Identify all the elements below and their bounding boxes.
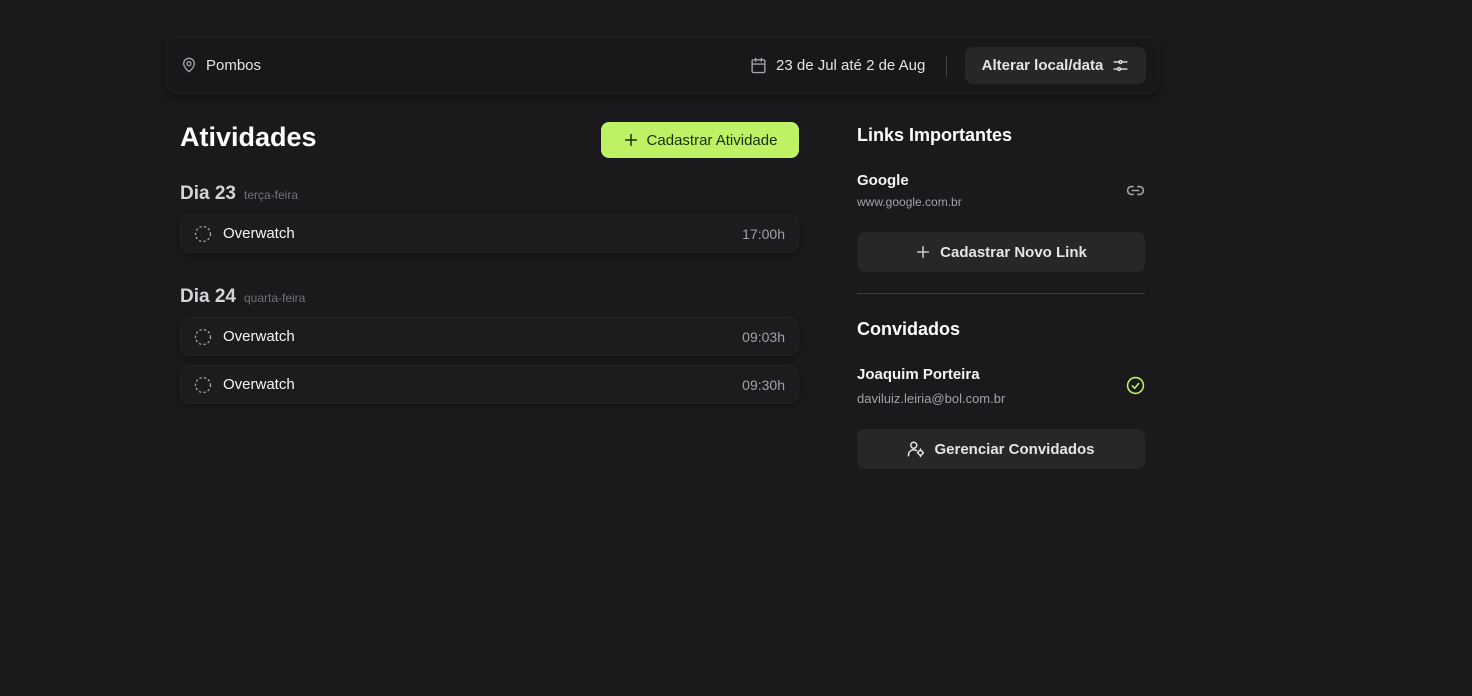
link-url[interactable]: www.google.com.br: [857, 195, 962, 209]
header-divider: [946, 55, 947, 77]
activities-title: Atividades: [180, 122, 317, 152]
trip-header-bar: Pombos 23 de Jul até 2 de Aug Alterar lo…: [166, 36, 1159, 94]
links-title: Links Importantes: [857, 125, 1013, 145]
add-activity-label: Cadastrar Atividade: [646, 131, 778, 149]
change-location-date-button[interactable]: Alterar local/data: [965, 47, 1146, 84]
activity-name: Overwatch: [223, 376, 295, 393]
calendar-icon: [750, 57, 767, 74]
map-pin-icon: [181, 56, 197, 74]
activity-time: 09:30h: [742, 376, 785, 393]
activity-row[interactable]: Overwatch 09:30h: [180, 365, 799, 404]
activity-row[interactable]: Overwatch 09:03h: [180, 317, 799, 356]
check-circle-icon: [1126, 376, 1145, 395]
link-icon[interactable]: [1126, 181, 1145, 200]
pending-circle-icon: [194, 225, 212, 243]
activity-name: Overwatch: [223, 328, 295, 345]
day-number: Dia 23: [180, 183, 236, 204]
add-link-button[interactable]: Cadastrar Novo Link: [857, 232, 1145, 272]
activity-time: 17:00h: [742, 225, 785, 242]
manage-guests-label: Gerenciar Convidados: [934, 440, 1095, 458]
activity-name: Overwatch: [223, 225, 295, 242]
date-range-text: 23 de Jul até 2 de Aug: [776, 56, 926, 74]
pending-circle-icon: [194, 376, 212, 394]
add-link-label: Cadastrar Novo Link: [940, 243, 1087, 261]
section-divider: [857, 293, 1145, 294]
activity-row[interactable]: Overwatch 17:00h: [180, 214, 799, 253]
manage-guests-button[interactable]: Gerenciar Convidados: [857, 429, 1145, 469]
change-location-date-label: Alterar local/data: [981, 57, 1104, 74]
plus-icon: [915, 244, 931, 260]
day-weekday: quarta-feira: [243, 291, 306, 305]
guest-email: daviluiz.leiria@bol.com.br: [857, 391, 1006, 406]
guest-name: Joaquim Porteira: [857, 366, 980, 383]
add-activity-button[interactable]: Cadastrar Atividade: [601, 122, 799, 158]
activity-time: 09:03h: [742, 328, 785, 345]
pending-circle-icon: [194, 328, 212, 346]
day-header: Dia 24 quarta-feira: [180, 286, 305, 308]
settings-sliders-icon: [1112, 57, 1129, 74]
plus-icon: [623, 132, 639, 148]
date-range-display: 23 de Jul até 2 de Aug: [750, 37, 925, 93]
user-cog-icon: [907, 440, 925, 458]
day-number: Dia 24: [180, 286, 236, 307]
day-weekday: terça-feira: [243, 188, 299, 202]
day-header: Dia 23 terça-feira: [180, 183, 298, 205]
location-display: Pombos: [181, 37, 261, 93]
location-text: Pombos: [206, 56, 262, 74]
guests-title: Convidados: [857, 319, 961, 339]
link-name: Google: [857, 172, 909, 189]
